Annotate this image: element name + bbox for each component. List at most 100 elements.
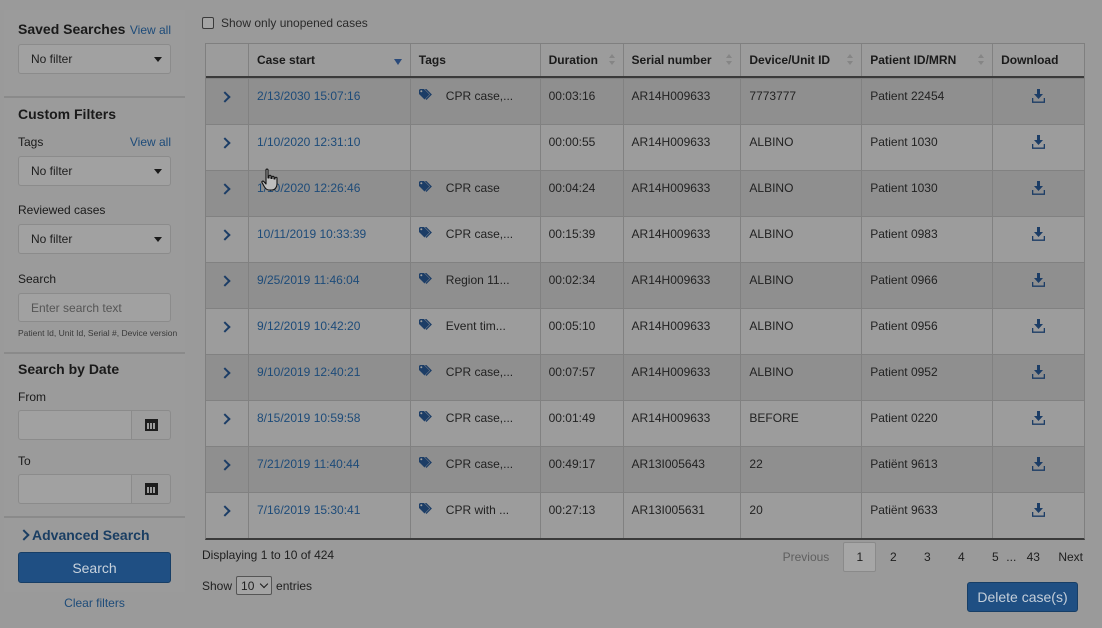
download-icon[interactable]	[1031, 365, 1046, 379]
from-date-field[interactable]	[18, 410, 132, 440]
to-date-field[interactable]	[18, 474, 132, 504]
search-by-date-title: Search by Date	[18, 361, 120, 377]
tag-icon	[418, 180, 435, 192]
only-unopened-label: Show only unopened cases	[221, 16, 368, 30]
case-start-link[interactable]: 8/15/2019 10:59:58	[257, 411, 360, 425]
tags-view-all-link[interactable]: View all	[130, 135, 171, 149]
patient-id-cell: Patient 0956	[861, 309, 992, 354]
patient-id-cell: Patient 0952	[861, 355, 992, 400]
download-icon[interactable]	[1031, 457, 1046, 471]
table-row[interactable]: 9/25/2019 11:46:04 Region 11... 00:02:34 AR…	[206, 262, 1084, 308]
chevron-right-icon	[18, 529, 30, 541]
tags-value: CPR with ...	[445, 503, 510, 517]
from-date-picker	[18, 410, 171, 440]
device-unit-id-cell: ALBINO	[740, 355, 861, 400]
case-start-link[interactable]: 9/25/2019 11:46:04	[257, 273, 360, 287]
duration-cell: 00:07:57	[539, 355, 623, 400]
patient-id-cell: Patient 22454	[861, 79, 992, 124]
download-icon[interactable]	[1031, 89, 1046, 103]
to-calendar-button[interactable]	[132, 474, 171, 504]
expand-row-button[interactable]	[206, 263, 248, 308]
chevron-right-icon	[219, 413, 232, 425]
table-row[interactable]: 9/12/2019 10:42:20 Event tim... 00:05:10 AR…	[206, 308, 1084, 354]
duration-cell: 00:15:39	[539, 217, 623, 262]
expand-row-button[interactable]	[206, 401, 248, 446]
table-row[interactable]: 7/21/2019 11:40:44 CPR case,... 00:49:17 AR…	[206, 446, 1084, 492]
table-row[interactable]: 1/10/2020 12:31:10 00:00:55 AR14H009633 ALB…	[206, 124, 1084, 170]
pager-page-3[interactable]: 3	[910, 542, 944, 572]
pager-page-last[interactable]: 43	[1016, 542, 1050, 572]
table-row[interactable]: 10/11/2019 10:33:39 CPR case,... 00:15:39 A…	[206, 216, 1084, 262]
device-unit-id-cell: 7773777	[740, 79, 861, 124]
duration-cell: 00:00:55	[539, 125, 623, 170]
search-input[interactable]: Enter search text	[18, 293, 171, 322]
download-icon[interactable]	[1031, 273, 1046, 287]
tags-select[interactable]: No filter	[18, 156, 171, 186]
case-start-column-header[interactable]: Case start	[247, 44, 410, 76]
expand-row-button[interactable]	[206, 217, 248, 262]
calendar-icon	[144, 483, 158, 495]
tags-value: Region 11...	[445, 273, 510, 287]
download-icon[interactable]	[1031, 411, 1046, 425]
expand-row-button[interactable]	[206, 309, 248, 354]
entries-label: entries	[276, 578, 313, 593]
clear-filters-link[interactable]: Clear filters	[4, 596, 185, 610]
table-row[interactable]: 9/10/2019 12:40:21 CPR case,... 00:07:57 AR…	[206, 354, 1084, 400]
expand-row-button[interactable]	[206, 125, 248, 170]
table-row[interactable]: 8/15/2019 10:59:58 CPR case,... 00:01:49 AR…	[206, 400, 1084, 446]
page-size-select[interactable]: 10	[236, 576, 273, 595]
from-calendar-button[interactable]	[132, 410, 171, 440]
download-icon[interactable]	[1031, 135, 1046, 149]
case-start-link[interactable]: 9/10/2019 12:40:21	[257, 365, 360, 379]
download-icon[interactable]	[1031, 503, 1046, 517]
pager-previous[interactable]: Previous	[775, 542, 838, 572]
pager-next[interactable]: Next	[1050, 542, 1091, 572]
case-start-link[interactable]: 9/12/2019 10:42:20	[257, 319, 360, 333]
table-row[interactable]: 1/10/2020 12:26:46 CPR case 00:04:24 AR14H0…	[206, 170, 1084, 216]
search-button[interactable]: Search	[18, 552, 171, 583]
expand-row-button[interactable]	[206, 493, 248, 538]
device-unit-id-header-label: Device/Unit ID	[749, 53, 831, 67]
download-icon[interactable]	[1031, 181, 1046, 195]
only-unopened-toggle[interactable]: Show only unopened cases	[202, 16, 368, 30]
case-start-header-label: Case start	[256, 53, 315, 67]
duration-column-header[interactable]: Duration	[539, 44, 623, 76]
tags-label: Tags	[18, 135, 44, 149]
case-start-cell: 7/21/2019 11:40:44	[247, 447, 410, 492]
tags-value: CPR case,...	[445, 411, 514, 425]
table-row[interactable]: 2/13/2030 15:07:16 CPR case,... 00:03:16 AR…	[206, 78, 1084, 124]
pager-page-4[interactable]: 4	[944, 542, 978, 572]
delete-cases-button[interactable]: Delete case(s)	[967, 582, 1078, 612]
case-start-link[interactable]: 7/16/2019 15:30:41	[257, 503, 360, 517]
only-unopened-checkbox[interactable]	[202, 17, 214, 29]
expand-row-button[interactable]	[206, 171, 248, 216]
download-icon[interactable]	[1031, 319, 1046, 333]
serial-number-column-header[interactable]: Serial number	[622, 44, 741, 76]
expand-row-button[interactable]	[206, 355, 248, 400]
case-start-link[interactable]: 10/11/2019 10:33:39	[257, 227, 366, 241]
tags-value: CPR case,...	[445, 457, 514, 471]
advanced-search-toggle[interactable]: Advanced Search	[4, 518, 185, 543]
expand-row-button[interactable]	[206, 447, 248, 492]
tags-cell: CPR with ...	[409, 493, 540, 538]
patient-id-cell: Patient 0220	[861, 401, 992, 446]
custom-filters-section: Custom Filters Tags View all No filter R…	[4, 106, 185, 354]
chevron-right-icon	[219, 275, 232, 287]
download-cell	[992, 401, 1084, 446]
device-unit-id-column-header[interactable]: Device/Unit ID	[740, 44, 861, 76]
pager-page-2[interactable]: 2	[876, 542, 910, 572]
download-icon[interactable]	[1031, 227, 1046, 241]
patient-id-cell: Patient 0966	[861, 263, 992, 308]
tag-icon	[418, 364, 435, 376]
table-row[interactable]: 7/16/2019 15:30:41 CPR with ... 00:27:13 AR…	[206, 492, 1084, 538]
expand-row-button[interactable]	[206, 79, 248, 124]
reviewed-cases-select[interactable]: No filter	[18, 224, 171, 254]
case-start-link[interactable]: 7/21/2019 11:40:44	[257, 457, 360, 471]
tag-icon	[418, 410, 435, 422]
pager-page-1[interactable]: 1	[843, 542, 877, 572]
saved-searches-select[interactable]: No filter	[18, 44, 171, 74]
saved-searches-view-all-link[interactable]: View all	[130, 23, 171, 37]
patient-id-column-header[interactable]: Patient ID/MRN	[861, 44, 992, 76]
case-start-link[interactable]: 1/10/2020 12:31:10	[257, 135, 360, 149]
case-start-link[interactable]: 2/13/2030 15:07:16	[257, 89, 360, 103]
